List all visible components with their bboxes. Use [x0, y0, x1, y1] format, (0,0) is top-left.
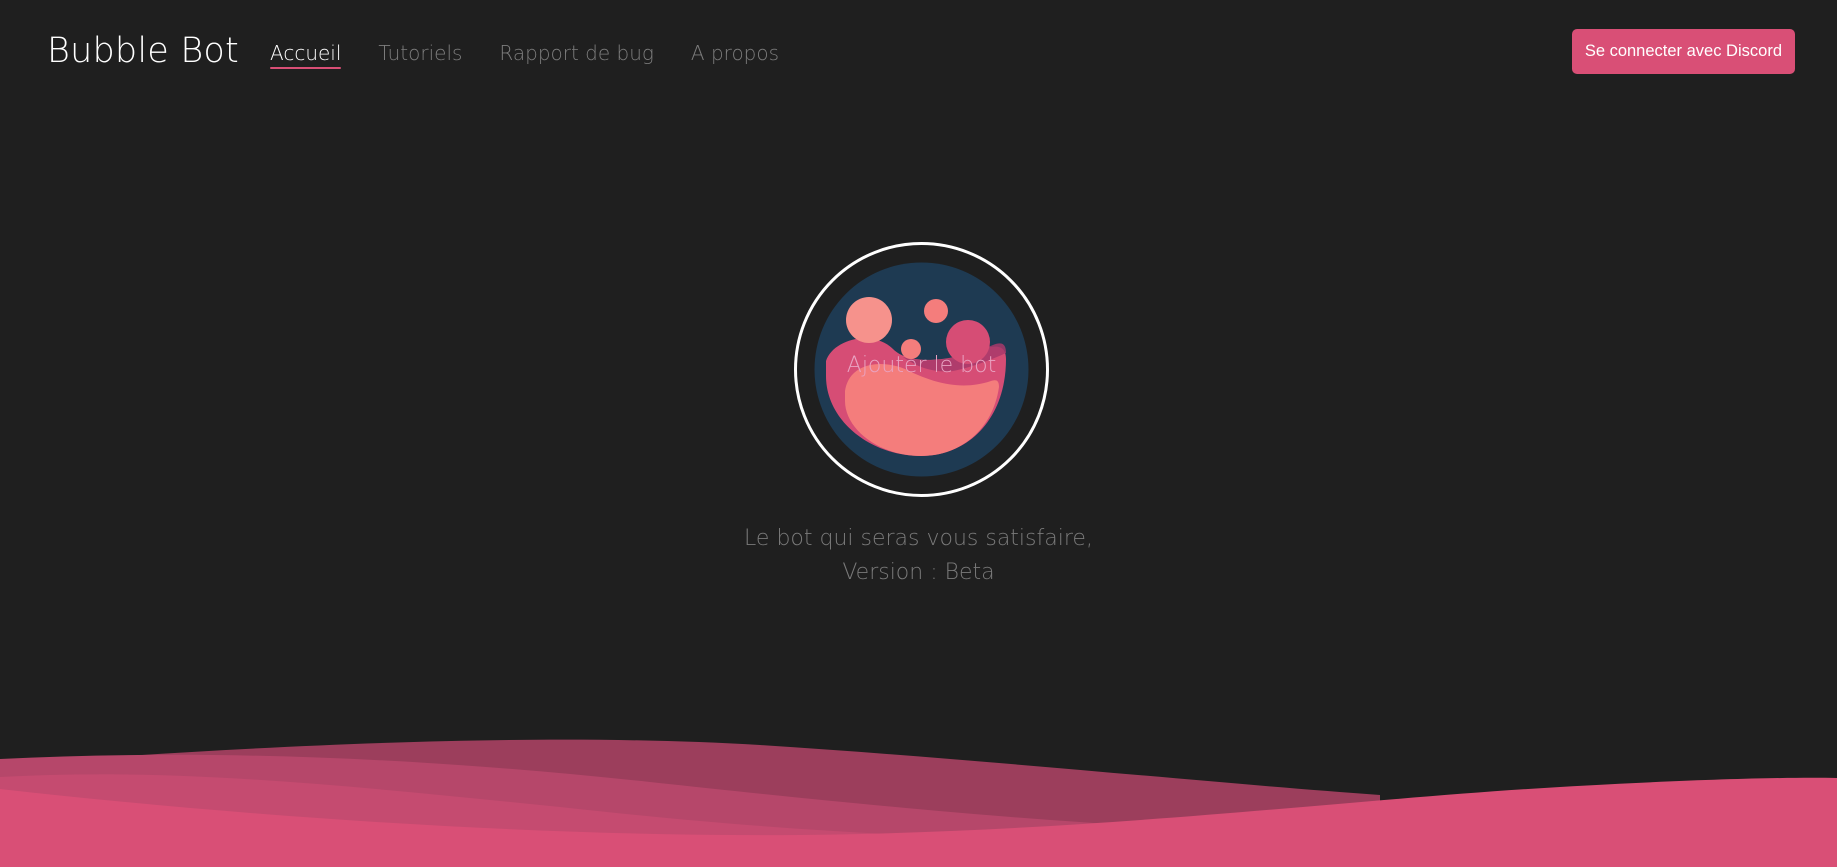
tagline: Le bot qui seras vous satisfaire, Versio…: [0, 522, 1837, 590]
navbar: Bubble Bot Accueil Tutoriels Rapport de …: [0, 0, 1837, 104]
nav-links: Accueil Tutoriels Rapport de bug A propo…: [270, 40, 816, 69]
version-label: Version : Beta: [842, 560, 995, 585]
nav-item-tutoriels[interactable]: Tutoriels: [378, 40, 462, 66]
add-bot-label[interactable]: Ajouter le bot: [793, 353, 1050, 378]
nav-item-rapport-de-bug[interactable]: Rapport de bug: [499, 40, 654, 66]
brand-logo-text[interactable]: Bubble Bot: [47, 29, 239, 73]
nav-item-a-propos[interactable]: A propos: [691, 40, 779, 66]
hero-logo-button[interactable]: Ajouter le bot: [793, 241, 1050, 498]
nav-item-accueil[interactable]: Accueil: [270, 40, 342, 69]
tagline-line-1: Le bot qui seras vous satisfaire,: [744, 526, 1093, 551]
discord-login-button[interactable]: Se connecter avec Discord: [1571, 29, 1795, 74]
waves-decoration: [0, 739, 1837, 867]
footer-waves: [0, 737, 1837, 867]
